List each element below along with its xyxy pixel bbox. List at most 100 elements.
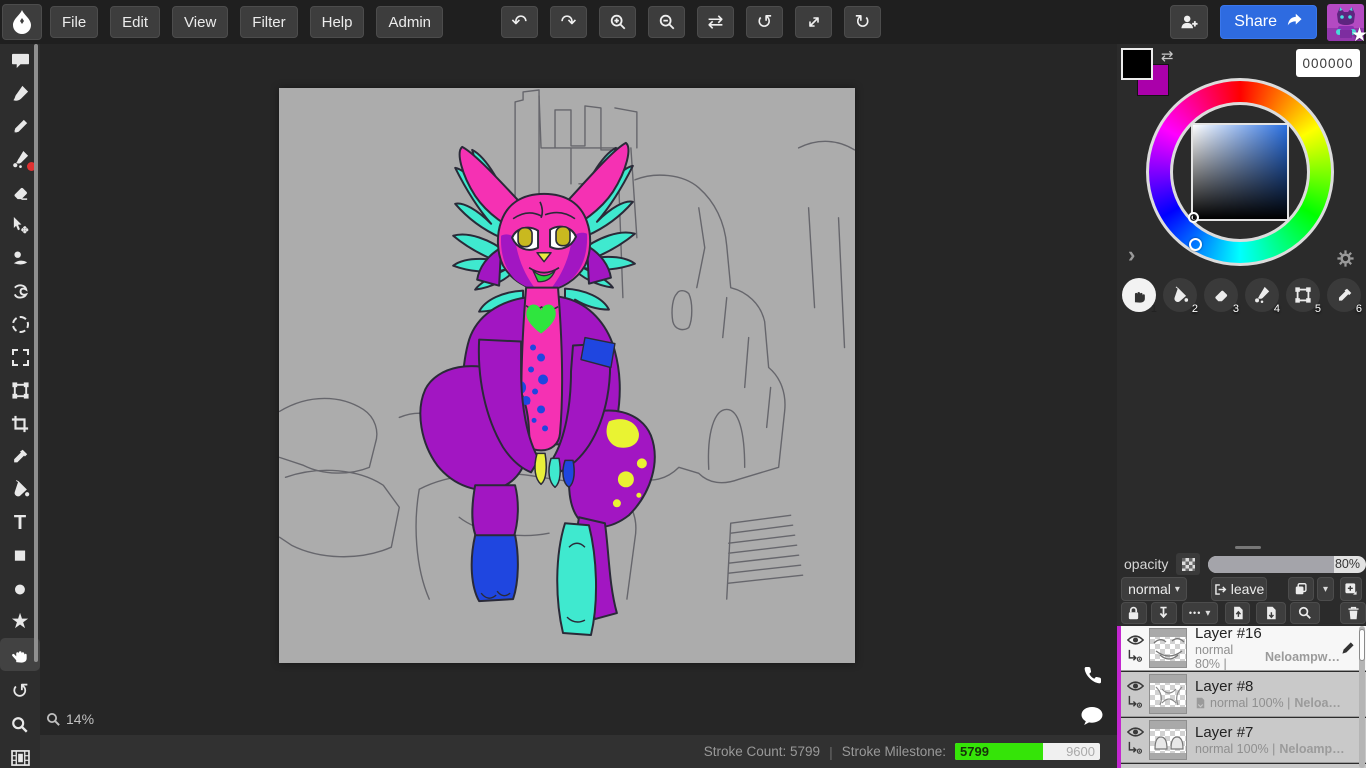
zoom-tool[interactable]	[0, 708, 40, 741]
sv-marker[interactable]	[1188, 212, 1199, 223]
rotate-ccw-button[interactable]: ↺	[746, 6, 783, 38]
zoom-out-button[interactable]	[648, 6, 685, 38]
color-settings-gear-icon[interactable]	[1337, 250, 1354, 272]
layer-name[interactable]: Layer #7	[1195, 724, 1366, 743]
layer-thumbnail[interactable]	[1149, 628, 1187, 668]
tool-slot-eraser[interactable]: 3	[1204, 278, 1238, 312]
phone-icon	[1085, 667, 1101, 683]
layer-name[interactable]: Layer #8	[1195, 678, 1366, 697]
canvas-document[interactable]	[279, 88, 855, 663]
lasso-icon	[12, 316, 29, 333]
liquify-icon	[14, 285, 25, 297]
avatar-star-badge: ★	[1351, 24, 1366, 47]
tool-slot-inkbrush[interactable]: 4	[1245, 278, 1279, 312]
share-button[interactable]: Share	[1220, 5, 1317, 39]
search-layers-button[interactable]	[1290, 602, 1320, 624]
layer-visibility-icon[interactable]	[1127, 680, 1144, 692]
menu-edit[interactable]: Edit	[110, 6, 160, 38]
layer-solo-icon[interactable]	[1127, 695, 1143, 708]
layer-name[interactable]: Layer #16	[1195, 625, 1340, 644]
reset-rotation-button[interactable]: ↺	[0, 675, 40, 708]
tool-slot-transform[interactable]: 5	[1286, 278, 1320, 312]
panel-resize-handle[interactable]	[1235, 546, 1261, 549]
leave-layer-button[interactable]: leave	[1211, 577, 1267, 601]
layer-row-partial[interactable]	[1121, 764, 1366, 768]
reset-view-button[interactable]: ↻	[844, 6, 881, 38]
zoom-indicator[interactable]: 14%	[46, 711, 94, 727]
sidebar-scrollbar[interactable]	[34, 44, 38, 662]
menu-file[interactable]: File	[50, 6, 98, 38]
tool-slot-eyedropper[interactable]: 6	[1327, 278, 1361, 312]
menu-filter[interactable]: Filter	[240, 6, 297, 38]
redo-button[interactable]: ↷	[550, 6, 587, 38]
layers-scrollbar-thumb[interactable]	[1359, 629, 1365, 661]
canvas-viewport[interactable]: 14%	[40, 44, 1117, 735]
import-layer-button[interactable]	[1225, 602, 1251, 624]
zoom-in-button[interactable]	[599, 6, 636, 38]
opacity-slider[interactable]: 80%	[1208, 556, 1366, 573]
inkbrush-icon	[1258, 287, 1269, 299]
zoom-out-icon	[658, 13, 676, 31]
merge-down-icon	[1157, 606, 1170, 620]
collapse-panel-chevron[interactable]: ›	[1128, 244, 1135, 266]
milestone-goal: 9600	[1043, 743, 1100, 760]
saturation-value-picker[interactable]	[1191, 123, 1289, 221]
layer-solo-icon[interactable]	[1127, 649, 1143, 662]
resize-diagonal-icon	[806, 14, 822, 30]
app-logo-icon[interactable]	[2, 4, 42, 40]
smudge-icon	[14, 251, 20, 257]
hex-color-input[interactable]: 000000	[1296, 49, 1360, 77]
more-options-dropdown[interactable]: •••▾	[1182, 602, 1218, 624]
layer-row[interactable]: Layer #8 normal 100% |Neloa…	[1121, 672, 1366, 717]
hue-marker[interactable]	[1189, 238, 1202, 251]
undo-button[interactable]: ↶	[501, 6, 538, 38]
lock-icon	[1127, 606, 1140, 620]
merge-down-button[interactable]	[1151, 602, 1177, 624]
layer-visibility-icon[interactable]	[1127, 726, 1144, 738]
layer-row[interactable]: Layer #16 normal 80% |Neloampw…	[1121, 626, 1366, 671]
layer-thumbnail[interactable]	[1149, 674, 1187, 714]
slot-number: 5	[1315, 303, 1321, 315]
duplicate-layer-button[interactable]	[1288, 577, 1314, 601]
chat-toggle-button[interactable]	[1080, 706, 1104, 731]
invite-user-button[interactable]	[1170, 5, 1208, 39]
menu-help[interactable]: Help	[310, 6, 365, 38]
redo-icon: ↷	[561, 11, 577, 34]
tool-slot-hand[interactable]: 1	[1122, 278, 1156, 312]
alpha-lock-button[interactable]	[1176, 553, 1200, 575]
fit-screen-button[interactable]	[795, 6, 832, 38]
app-window: File Edit View Filter Help Admin ↶ ↷ ⇄ ↺…	[0, 0, 1366, 768]
opacity-label: opacity	[1124, 556, 1168, 572]
menu-admin[interactable]: Admin	[376, 6, 443, 38]
blend-mode-value: normal	[1128, 581, 1171, 597]
user-avatar[interactable]: ★	[1327, 4, 1364, 41]
add-layer-icon	[1344, 582, 1358, 596]
primary-color-swatch[interactable]	[1121, 48, 1153, 80]
rename-layer-icon[interactable]	[1340, 640, 1356, 656]
blend-mode-dropdown[interactable]: normal▾	[1121, 577, 1187, 601]
flip-canvas-button[interactable]: ⇄	[697, 6, 734, 38]
canvas-artwork[interactable]	[279, 88, 855, 663]
layer-solo-icon[interactable]	[1127, 741, 1143, 754]
zoom-value: 14%	[66, 711, 94, 727]
voice-call-button[interactable]	[1082, 664, 1104, 691]
hand-icon	[1135, 292, 1145, 303]
reset-rotation-icon: ↺	[11, 681, 29, 702]
milestone-goal-value: 9600	[1066, 744, 1095, 759]
swap-colors-icon[interactable]: ⇄	[1161, 47, 1174, 65]
lock-layer-button[interactable]	[1121, 602, 1147, 624]
delete-layer-button[interactable]	[1340, 602, 1366, 624]
timelapse-button[interactable]	[0, 741, 40, 768]
layer-thumbnail[interactable]	[1149, 720, 1187, 760]
duplicate-options-dropdown[interactable]: ▾	[1317, 577, 1334, 601]
export-layer-button[interactable]	[1256, 602, 1286, 624]
right-panel: ⇄ 000000 › 1 2 3 4 5 6 opacity 80%	[1117, 44, 1366, 768]
flip-icon: ⇄	[708, 11, 724, 34]
file-download-icon	[1265, 606, 1277, 620]
layer-row[interactable]: Layer #7 normal 100% |Neloamp…	[1121, 718, 1366, 763]
tool-slot-fill[interactable]: 2	[1163, 278, 1197, 312]
layer-visibility-icon[interactable]	[1127, 634, 1144, 646]
add-layer-button[interactable]	[1340, 577, 1362, 601]
eyedropper-icon	[1338, 288, 1350, 300]
menu-view[interactable]: View	[172, 6, 228, 38]
